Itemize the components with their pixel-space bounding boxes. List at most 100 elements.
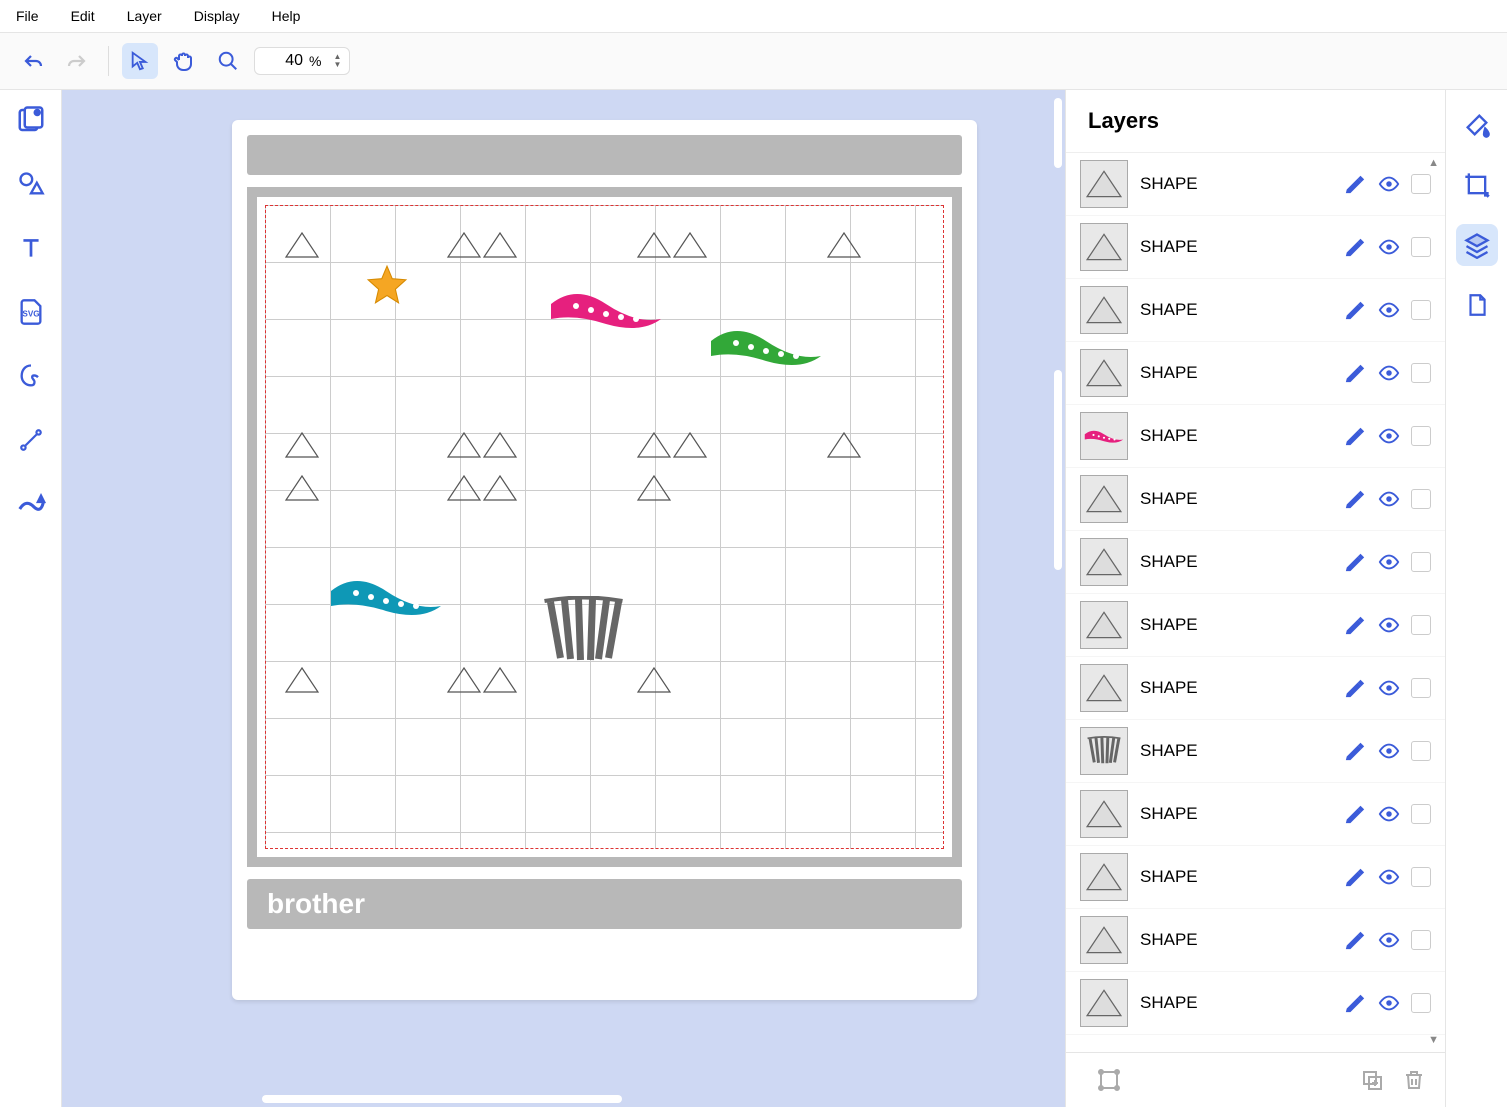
menu-edit[interactable]: Edit xyxy=(65,6,101,26)
canvas-shape-triangle[interactable] xyxy=(672,231,708,259)
layer-row[interactable]: SHAPE xyxy=(1066,468,1445,531)
document-panel-icon[interactable] xyxy=(1456,284,1498,326)
edit-layer-icon[interactable] xyxy=(1343,865,1367,889)
layer-lock-toggle[interactable] xyxy=(1411,993,1431,1013)
layer-lock-toggle[interactable] xyxy=(1411,552,1431,572)
scroll-up-icon[interactable]: ▲ xyxy=(1428,157,1439,169)
visibility-icon[interactable] xyxy=(1377,361,1401,385)
canvas-shape-triangle[interactable] xyxy=(826,231,862,259)
canvas-shape-triangle[interactable] xyxy=(482,231,518,259)
mat-tool-icon[interactable] xyxy=(11,100,51,140)
canvas-shape-triangle[interactable] xyxy=(446,231,482,259)
canvas-shape-triangle[interactable] xyxy=(672,431,708,459)
canvas-shape-triangle[interactable] xyxy=(636,431,672,459)
line-tool-icon[interactable] xyxy=(11,420,51,460)
layer-row[interactable]: SHAPE xyxy=(1066,972,1445,1035)
layer-lock-toggle[interactable] xyxy=(1411,615,1431,635)
layers-list[interactable]: ▲ ▼ SHAPESHAPESHAPESHAPESHAPESHAPESHAPES… xyxy=(1066,153,1445,1052)
canvas-shape-triangle[interactable] xyxy=(446,431,482,459)
layer-row[interactable]: SHAPE xyxy=(1066,405,1445,468)
canvas-scrollbar-horizontal[interactable] xyxy=(62,1087,1065,1107)
edit-layer-icon[interactable] xyxy=(1343,802,1367,826)
layer-lock-toggle[interactable] xyxy=(1411,237,1431,257)
zoom-input[interactable] xyxy=(263,52,303,70)
layer-lock-toggle[interactable] xyxy=(1411,867,1431,887)
hand-tool[interactable] xyxy=(166,43,202,79)
canvas-shape-triangle[interactable] xyxy=(636,231,672,259)
canvas-shape-triangle[interactable] xyxy=(284,474,320,502)
edit-layer-icon[interactable] xyxy=(1343,298,1367,322)
scroll-down-icon[interactable]: ▼ xyxy=(1428,1034,1439,1046)
visibility-icon[interactable] xyxy=(1377,487,1401,511)
zoom-tool[interactable] xyxy=(210,43,246,79)
edit-layer-icon[interactable] xyxy=(1343,172,1367,196)
layer-row[interactable]: SHAPE xyxy=(1066,594,1445,657)
redo-button[interactable] xyxy=(59,43,95,79)
canvas-shape-swoosh[interactable] xyxy=(326,571,446,621)
fill-panel-icon[interactable] xyxy=(1456,104,1498,146)
layer-lock-toggle[interactable] xyxy=(1411,678,1431,698)
canvas-shape-swoosh[interactable] xyxy=(546,284,666,334)
zoom-down[interactable]: ▼ xyxy=(333,61,341,69)
canvas-shape-triangle[interactable] xyxy=(284,666,320,694)
canvas-shape-triangle[interactable] xyxy=(482,474,518,502)
layer-lock-toggle[interactable] xyxy=(1411,741,1431,761)
layer-lock-toggle[interactable] xyxy=(1411,426,1431,446)
visibility-icon[interactable] xyxy=(1377,865,1401,889)
visibility-icon[interactable] xyxy=(1377,802,1401,826)
canvas-shape-triangle[interactable] xyxy=(284,231,320,259)
menu-layer[interactable]: Layer xyxy=(121,6,168,26)
layer-row[interactable]: SHAPE xyxy=(1066,342,1445,405)
visibility-icon[interactable] xyxy=(1377,424,1401,448)
edit-layer-icon[interactable] xyxy=(1343,991,1367,1015)
edit-layer-icon[interactable] xyxy=(1343,928,1367,952)
canvas-shape-triangle[interactable] xyxy=(636,666,672,694)
undo-button[interactable] xyxy=(15,43,51,79)
canvas-shape-triangle[interactable] xyxy=(284,431,320,459)
canvas-shape-swoosh[interactable] xyxy=(706,321,826,371)
visibility-icon[interactable] xyxy=(1377,550,1401,574)
canvas-shape-triangle[interactable] xyxy=(482,431,518,459)
layer-row[interactable]: SHAPE xyxy=(1066,279,1445,342)
layer-lock-toggle[interactable] xyxy=(1411,489,1431,509)
layers-panel-icon[interactable] xyxy=(1456,224,1498,266)
canvas-shape-star[interactable] xyxy=(366,264,408,306)
layer-lock-toggle[interactable] xyxy=(1411,804,1431,824)
layer-row[interactable]: SHAPE xyxy=(1066,720,1445,783)
visibility-icon[interactable] xyxy=(1377,298,1401,322)
layer-row[interactable]: SHAPE xyxy=(1066,153,1445,216)
edit-layer-icon[interactable] xyxy=(1343,550,1367,574)
canvas-shape-triangle[interactable] xyxy=(446,474,482,502)
edit-layer-icon[interactable] xyxy=(1343,676,1367,700)
menu-file[interactable]: File xyxy=(10,6,45,26)
canvas-shape-triangle[interactable] xyxy=(482,666,518,694)
scroll-thumb-v2[interactable] xyxy=(1054,370,1062,570)
edit-layer-icon[interactable] xyxy=(1343,424,1367,448)
select-all-icon[interactable] xyxy=(1094,1065,1124,1095)
visibility-icon[interactable] xyxy=(1377,991,1401,1015)
layer-row[interactable]: SHAPE xyxy=(1066,909,1445,972)
layer-row[interactable]: SHAPE xyxy=(1066,783,1445,846)
layer-row[interactable]: SHAPE xyxy=(1066,531,1445,594)
path-tool-icon[interactable] xyxy=(11,484,51,524)
visibility-icon[interactable] xyxy=(1377,676,1401,700)
grid-area[interactable] xyxy=(265,205,944,849)
layer-row[interactable]: SHAPE xyxy=(1066,657,1445,720)
layer-row[interactable]: SHAPE xyxy=(1066,216,1445,279)
visibility-icon[interactable] xyxy=(1377,613,1401,637)
canvas-scrollbar-vertical[interactable] xyxy=(1047,90,1065,1087)
layer-lock-toggle[interactable] xyxy=(1411,930,1431,950)
layer-lock-toggle[interactable] xyxy=(1411,363,1431,383)
canvas-shape-triangle[interactable] xyxy=(446,666,482,694)
visibility-icon[interactable] xyxy=(1377,928,1401,952)
visibility-icon[interactable] xyxy=(1377,235,1401,259)
svg-import-icon[interactable]: SVG xyxy=(11,292,51,332)
scroll-thumb-v1[interactable] xyxy=(1054,98,1062,168)
select-tool[interactable] xyxy=(122,43,158,79)
canvas-area[interactable]: brother xyxy=(62,90,1065,1107)
edit-layer-icon[interactable] xyxy=(1343,487,1367,511)
layer-lock-toggle[interactable] xyxy=(1411,300,1431,320)
edit-layer-icon[interactable] xyxy=(1343,235,1367,259)
visibility-icon[interactable] xyxy=(1377,739,1401,763)
transform-panel-icon[interactable] xyxy=(1456,164,1498,206)
